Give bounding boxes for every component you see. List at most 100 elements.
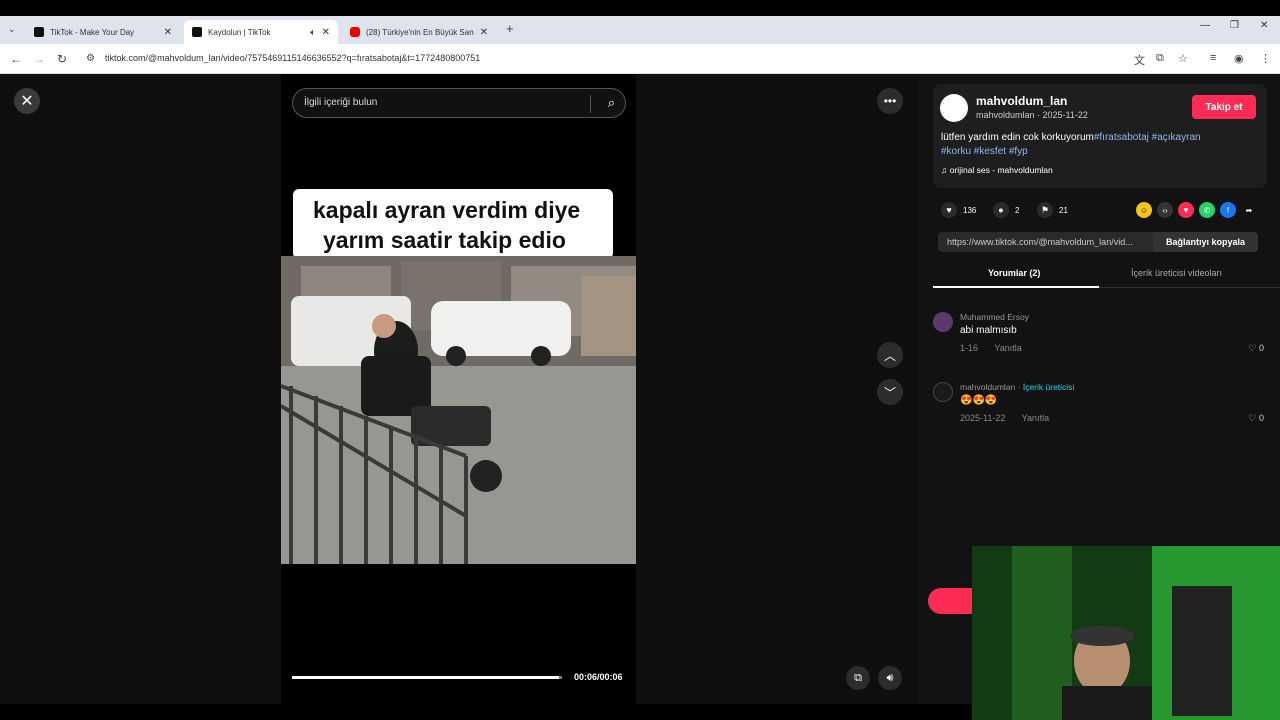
maximize-icon[interactable]: ❐ bbox=[1230, 20, 1239, 31]
close-video-button[interactable]: ✕ bbox=[14, 88, 40, 114]
save-count: 21 bbox=[1059, 205, 1068, 215]
progress-fill bbox=[292, 676, 560, 679]
webcam-image bbox=[972, 546, 1280, 720]
description-text: lütfen yardım edin cok korkuyorum bbox=[941, 132, 1094, 143]
menu-kebab-icon[interactable]: ⋮ bbox=[1260, 52, 1271, 65]
comment-author-name: mahvoldumlan bbox=[960, 382, 1016, 392]
search-input[interactable]: İlgili içeriği bulun ⌕ bbox=[292, 88, 626, 118]
author-subline: mahvoldumlan · 2025-11-22 bbox=[976, 110, 1088, 120]
install-icon[interactable]: ⧉ bbox=[1156, 52, 1164, 65]
comment-author[interactable]: Muhammed Ersoy bbox=[960, 312, 1029, 322]
next-video-button[interactable]: ﹀ bbox=[877, 379, 903, 405]
tab-comments[interactable]: Yorumlar (2) bbox=[988, 268, 1040, 278]
address-bar: ← → ↻ ⚙ tiktok.com/@mahvoldum_lan/video/… bbox=[0, 44, 1280, 74]
caption-line-2: yarım saatir takip edio bbox=[323, 227, 566, 253]
tab-title: Kaydolun | TikTok bbox=[208, 27, 271, 37]
tab-creator-videos[interactable]: İçerik üreticisi videoları bbox=[1131, 268, 1222, 278]
bookmark-icon: ⚑ bbox=[1037, 202, 1053, 218]
media-control-icon[interactable]: ≡ bbox=[1210, 52, 1216, 64]
more-options-button[interactable]: ••• bbox=[877, 88, 903, 114]
reload-icon[interactable]: ↻ bbox=[57, 52, 67, 66]
comment-like-count: 0 bbox=[1258, 413, 1264, 423]
volume-icon[interactable]: 🔊︎ bbox=[878, 666, 902, 690]
close-tab-icon[interactable]: ✕ bbox=[164, 27, 172, 38]
comment-like-button[interactable]: ♡ 0 bbox=[1248, 343, 1264, 354]
heart-outline-icon: ♡ bbox=[1248, 343, 1259, 353]
translate-icon[interactable]: ⽂ bbox=[1134, 52, 1145, 68]
tab-bar: ⌄ TikTok - Make Your Day ✕ Kaydolun | Ti… bbox=[0, 16, 1280, 44]
comment-like-button[interactable]: ♡ 0 bbox=[1248, 413, 1264, 424]
tiktok-favicon-icon bbox=[34, 27, 44, 37]
comment-text: abi malmısıb bbox=[960, 325, 1017, 336]
send-icon[interactable]: ▼ bbox=[1178, 202, 1194, 218]
street-scene-image bbox=[281, 256, 636, 564]
embed-icon[interactable]: ‹› bbox=[1157, 202, 1173, 218]
tab-tiktok-video[interactable]: Kaydolun | TikTok 🔈︎ ✕ bbox=[184, 20, 338, 44]
video-description: lütfen yardım edin cok korkuyorum#fırats… bbox=[941, 131, 1256, 159]
tab-list-icon[interactable]: ⌄ bbox=[8, 24, 16, 35]
previous-video-button[interactable]: ︿ bbox=[877, 342, 903, 368]
new-tab-button[interactable]: + bbox=[506, 21, 514, 36]
comment-tabs: Yorumlar (2) İçerik üreticisi videoları bbox=[933, 262, 1280, 288]
hashtags[interactable]: #korku #kesfet #fyp bbox=[941, 146, 1028, 157]
heart-icon: ♥ bbox=[941, 202, 957, 218]
facebook-icon[interactable]: f bbox=[1220, 202, 1236, 218]
share-arrow-icon[interactable]: ➦ bbox=[1241, 202, 1257, 218]
hashtags[interactable]: #fıratsabotaj #açıkayran bbox=[1094, 132, 1201, 143]
save-button[interactable]: ⚑ 21 bbox=[1037, 202, 1068, 218]
author-card: mahvoldum_lan mahvoldumlan · 2025-11-22 … bbox=[933, 84, 1267, 188]
search-icon[interactable]: ⌕ bbox=[608, 95, 615, 111]
avatar[interactable] bbox=[933, 382, 953, 402]
search-placeholder: İlgili içeriği bulun bbox=[304, 97, 378, 108]
friends-share-icon[interactable]: ☺ bbox=[1136, 202, 1152, 218]
avatar[interactable] bbox=[940, 94, 968, 122]
tab-title: (28) Türkiye'nin En Büyük Sand bbox=[366, 27, 474, 37]
back-icon[interactable]: ← bbox=[10, 52, 22, 66]
creator-badge: İçerik üreticisi bbox=[1022, 382, 1075, 392]
floating-player-icon[interactable]: ⧉ bbox=[846, 666, 870, 690]
url-field[interactable]: tiktok.com/@mahvoldum_lan/video/75754691… bbox=[105, 53, 480, 63]
close-window-icon[interactable]: ✕ bbox=[1260, 20, 1268, 31]
video-player[interactable]: İlgili içeriği bulun ⌕ kapalı ayran verd… bbox=[281, 74, 636, 704]
speaker-icon[interactable]: 🔈︎ bbox=[310, 27, 315, 38]
comment-meta: 1-16 Yanıtla bbox=[960, 343, 1036, 353]
comment-count: 2 bbox=[1015, 205, 1020, 215]
progress-bar[interactable] bbox=[292, 676, 562, 679]
minimize-icon[interactable]: — bbox=[1200, 20, 1210, 31]
close-tab-icon[interactable]: ✕ bbox=[480, 27, 488, 38]
like-button[interactable]: ♥ 136 bbox=[941, 202, 976, 218]
author-username[interactable]: mahvoldum_lan bbox=[976, 94, 1067, 108]
bookmark-star-icon[interactable]: ☆ bbox=[1178, 52, 1188, 65]
tab-youtube[interactable]: (28) Türkiye'nin En Büyük Sand ✕ bbox=[342, 20, 496, 44]
comment-author[interactable]: mahvoldumlan · İçerik üreticisi bbox=[960, 382, 1074, 392]
share-link-text[interactable]: https://www.tiktok.com/@mahvoldum_lan/vi… bbox=[947, 237, 1147, 247]
comment-like-count: 0 bbox=[1258, 343, 1264, 353]
heart-outline-icon: ♡ bbox=[1248, 413, 1259, 423]
avatar[interactable] bbox=[933, 312, 953, 332]
tab-title: TikTok - Make Your Day bbox=[50, 27, 135, 37]
tiktok-favicon-icon bbox=[192, 27, 202, 37]
bottom-strip bbox=[0, 704, 972, 720]
whatsapp-icon[interactable]: ✆ bbox=[1199, 202, 1215, 218]
forward-icon[interactable]: → bbox=[33, 52, 45, 66]
caption-line-1: kapalı ayran verdim diye bbox=[313, 197, 581, 223]
music-note-icon: ♫ bbox=[941, 165, 950, 175]
profile-icon[interactable]: ◉ bbox=[1234, 52, 1244, 65]
like-count: 136 bbox=[963, 205, 977, 215]
search-divider bbox=[590, 95, 591, 113]
video-caption-overlay: kapalı ayran verdim diye yarım saatir ta… bbox=[293, 189, 613, 259]
comment-text: 😍😍😍 bbox=[960, 395, 998, 406]
copy-link-button[interactable]: Bağlantıyı kopyala bbox=[1153, 232, 1258, 252]
comment-date: 1-16 bbox=[960, 343, 979, 353]
reply-button[interactable]: Yanıtla bbox=[994, 343, 1021, 353]
comment-button[interactable]: ● 2 bbox=[993, 202, 1019, 218]
tab-tiktok-home[interactable]: TikTok - Make Your Day ✕ bbox=[26, 20, 180, 44]
reply-button[interactable]: Yanıtla bbox=[1022, 413, 1049, 423]
comment-meta: 2025-11-22 Yanıtla bbox=[960, 413, 1063, 423]
music-row[interactable]: ♫ orijinal ses - mahvoldumlan bbox=[941, 165, 1053, 175]
follow-button[interactable]: Takip et bbox=[1192, 95, 1256, 119]
site-info-icon[interactable]: ⚙ bbox=[86, 53, 95, 64]
comment-icon: ● bbox=[993, 202, 1009, 218]
music-title: orijinal ses - mahvoldumlan bbox=[949, 165, 1053, 175]
close-tab-icon[interactable]: ✕ bbox=[322, 27, 330, 38]
